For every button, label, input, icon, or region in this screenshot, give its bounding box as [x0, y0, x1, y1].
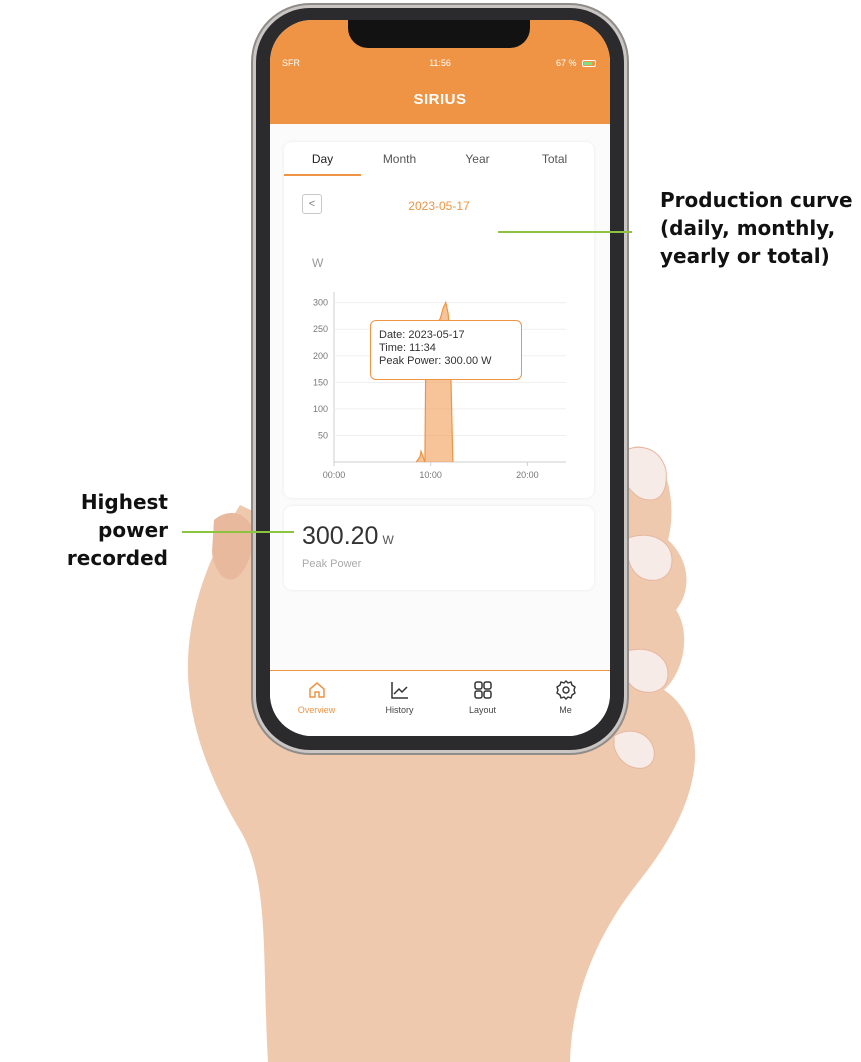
- nav-label-history: History: [385, 705, 414, 715]
- gear-icon: [555, 680, 576, 700]
- tab-month[interactable]: Month: [361, 152, 438, 166]
- annotation-line: yearly or total): [660, 244, 830, 268]
- active-tab-indicator: [284, 174, 361, 176]
- battery-icon: [582, 60, 596, 68]
- production-chart[interactable]: 50 100 150 200 250 300 00:00 10:00 20:00: [284, 282, 594, 492]
- y-tick-label: 100: [313, 404, 328, 414]
- phone-notch: [348, 20, 530, 48]
- peak-power-unit: W: [382, 533, 394, 547]
- x-tick-label: 20:00: [516, 470, 539, 480]
- production-chart-card: Day Month Year Total < 2023-05-17 W 50 10…: [284, 142, 594, 498]
- y-tick-label: 200: [313, 351, 328, 361]
- tab-day[interactable]: Day: [284, 152, 361, 166]
- nav-me[interactable]: Me: [523, 679, 608, 715]
- peak-power-value: 300.20: [302, 522, 379, 550]
- production-callout-line: [498, 231, 632, 233]
- nav-overview[interactable]: Overview: [274, 679, 359, 715]
- status-bar: SFR 11:56 67 %: [270, 58, 610, 74]
- annotation-line: (daily, monthly,: [660, 216, 836, 240]
- tooltip-date: Date: 2023-05-17: [379, 329, 465, 341]
- y-tick-label: 300: [313, 298, 328, 308]
- nav-label-me: Me: [559, 705, 572, 715]
- bottom-nav: Overview History Layout Me: [270, 670, 610, 736]
- tab-total[interactable]: Total: [516, 152, 593, 166]
- production-curve-annotation: Production curve (daily, monthly, yearly…: [660, 186, 853, 270]
- tab-year[interactable]: Year: [439, 152, 516, 166]
- annotation-line: Highest power: [80, 490, 168, 542]
- phone-screen: SFR 11:56 67 % SIRIUS Day Month Year Tot…: [270, 20, 610, 736]
- x-tick-label: 10:00: [419, 470, 442, 480]
- battery-status: 67 %: [556, 58, 596, 68]
- home-icon: [308, 682, 325, 698]
- x-tick-label: 00:00: [323, 470, 346, 480]
- peak-power-card: 300.20 W Peak Power: [284, 506, 594, 590]
- chart-tooltip: Date: 2023-05-17 Time: 11:34 Peak Power:…: [370, 320, 522, 380]
- peak-power-value-row: 300.20 W: [302, 522, 394, 551]
- period-tabs: Day Month Year Total: [284, 142, 594, 176]
- annotation-line: Production curve: [660, 188, 853, 212]
- y-tick-label: 250: [313, 324, 328, 334]
- peak-callout-line: [182, 531, 294, 533]
- peak-power-label: Peak Power: [302, 558, 362, 570]
- annotation-line: recorded: [66, 546, 168, 570]
- y-tick-label: 50: [318, 430, 328, 440]
- grid-icon: [473, 681, 492, 699]
- nav-label-layout: Layout: [468, 705, 497, 715]
- app-title: SIRIUS: [413, 91, 467, 108]
- peak-power-annotation: Highest power recorded: [6, 488, 168, 572]
- chart-line-icon: [390, 682, 408, 699]
- tooltip-time: Time: 11:34: [379, 342, 436, 354]
- nav-layout[interactable]: Layout: [440, 679, 525, 715]
- tooltip-peak: Peak Power: 300.00 W: [379, 355, 492, 367]
- nav-history[interactable]: History: [357, 679, 442, 715]
- selected-date[interactable]: 2023-05-17: [284, 199, 594, 213]
- y-tick-label: 150: [313, 377, 328, 387]
- chart-unit-label: W: [312, 256, 324, 270]
- battery-percent: 67 %: [555, 58, 577, 68]
- nav-label-overview: Overview: [297, 705, 336, 715]
